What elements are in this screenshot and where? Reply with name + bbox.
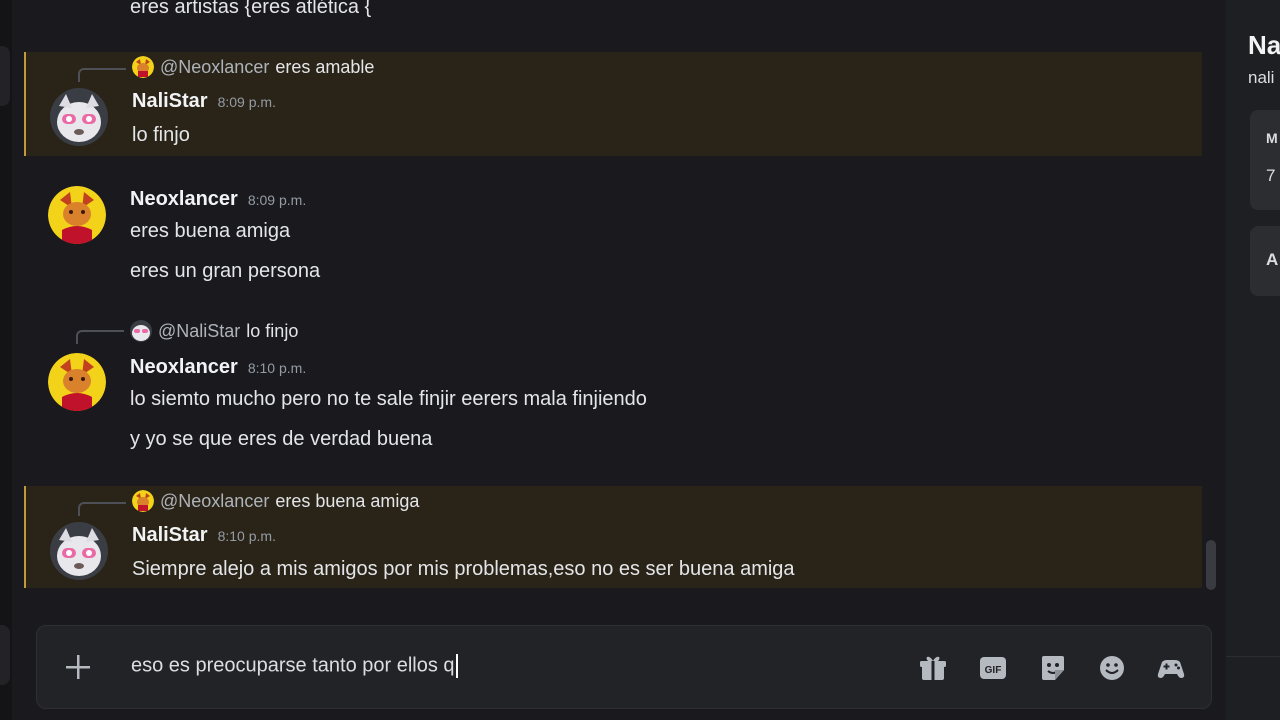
reply-snippet[interactable]: eres amable: [275, 57, 374, 78]
reply-connector: [78, 68, 126, 82]
reply-preview[interactable]: @Neoxlancer eres buena amiga: [132, 490, 419, 512]
message-author[interactable]: NaliStar 8:10 p.m.: [132, 524, 276, 547]
reply-snippet[interactable]: eres buena amiga: [275, 491, 419, 512]
gif-icon[interactable]: GIF: [977, 652, 1009, 684]
message-timestamp: 8:09 p.m.: [217, 94, 276, 110]
message-text: eres un gran persona: [130, 260, 321, 282]
reply-mention[interactable]: @Neoxlancer: [160, 57, 269, 78]
message-timestamp: 8:10 p.m.: [217, 528, 276, 544]
fox-avatar-icon: [132, 490, 154, 512]
sidebar-notch: [0, 625, 10, 685]
activities-icon[interactable]: [1155, 652, 1187, 684]
reply-snippet[interactable]: lo finjo: [246, 321, 298, 342]
reply-preview[interactable]: @Neoxlancer eres amable: [132, 56, 374, 78]
message-timestamp: 8:10 p.m.: [247, 360, 307, 376]
reply-preview[interactable]: @NaliStar lo finjo: [130, 320, 298, 342]
sidebar-notch: [0, 46, 10, 106]
avatar[interactable]: [50, 522, 108, 580]
gift-icon[interactable]: [917, 652, 949, 684]
avatar[interactable]: [48, 353, 106, 411]
reply-connector: [76, 330, 124, 344]
reply-mention[interactable]: @NaliStar: [158, 321, 240, 342]
message-item[interactable]: @Neoxlancer eres amable NaliStar 8:09 p.m…: [24, 52, 1202, 156]
message-author[interactable]: Neoxlancer 8:10 p.m.: [130, 356, 306, 379]
profile-card-label: A: [1266, 250, 1279, 269]
message-item[interactable]: Neoxlancer 8:09 p.m. eres buena amiga ere…: [24, 172, 1200, 292]
profile-card-label: M: [1266, 130, 1278, 146]
avatar[interactable]: [50, 88, 108, 146]
scrollbar-thumb[interactable]: [1206, 540, 1216, 590]
plus-icon[interactable]: [63, 652, 93, 682]
fox-avatar-icon: [132, 56, 154, 78]
message-text: lo siemto mucho pero no te sale finjir e…: [130, 388, 647, 410]
message-text: eres artistas {eres atlética {: [130, 0, 372, 18]
message-item[interactable]: @NaliStar lo finjo Neoxlancer 8:10 p.m. l…: [24, 318, 1200, 458]
message-composer[interactable]: eso es preocuparse tanto por ellos q GIF: [36, 625, 1212, 709]
message-timestamp: 8:09 p.m.: [247, 192, 307, 208]
cat-avatar-icon: [130, 320, 152, 342]
reply-mention[interactable]: @Neoxlancer: [160, 491, 269, 512]
message-text: y yo se que eres de verdad buena: [130, 428, 433, 450]
reply-connector: [78, 502, 126, 516]
profile-display-name: Na: [1248, 30, 1280, 60]
profile-card-value: 7: [1266, 166, 1276, 185]
emoji-icon[interactable]: [1096, 652, 1128, 684]
message-author[interactable]: NaliStar 8:09 p.m.: [132, 90, 276, 113]
profile-username: nali: [1248, 68, 1275, 87]
message-text: Siempre alejo a mis amigos por mis probl…: [132, 558, 795, 580]
panel-divider: [1226, 656, 1280, 657]
message-input[interactable]: eso es preocuparse tanto por ellos q: [131, 654, 458, 678]
message-text: eres buena amiga: [130, 220, 291, 242]
profile-panel: Na nali M 7 A: [1226, 0, 1280, 720]
text-caret: [455, 654, 458, 678]
message-item[interactable]: @Neoxlancer eres buena amiga NaliStar 8:1…: [24, 486, 1202, 588]
server-sidebar-edge: [0, 0, 12, 720]
message-list[interactable]: eres artistas {eres atlética { @Neoxlanc…: [24, 0, 1204, 600]
profile-card[interactable]: A: [1250, 226, 1280, 296]
svg-text:GIF: GIF: [985, 665, 1002, 676]
avatar[interactable]: [48, 186, 106, 244]
sticker-icon[interactable]: [1037, 652, 1069, 684]
message-text: lo finjo: [132, 124, 190, 146]
profile-card: M 7: [1250, 110, 1280, 210]
message-author[interactable]: Neoxlancer 8:09 p.m.: [130, 188, 306, 211]
